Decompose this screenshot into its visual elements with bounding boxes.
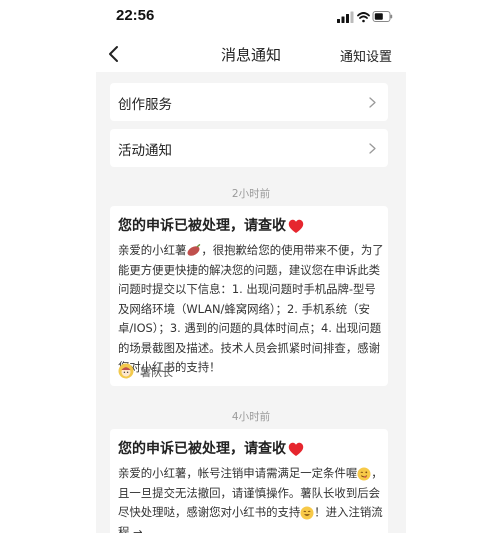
heart-icon xyxy=(288,219,304,233)
message-list: 创作服务 活动通知 2小时前 您的申诉已被处理，请查收 亲爱的小红薯 ，很抱歉给您… xyxy=(96,72,406,533)
nav-bar: 消息通知 通知设置 xyxy=(96,36,406,72)
message-body-text: ，很抱歉给您的使用带来不便，为了能更方便更快捷的解决您的问题，建议您在申诉此类问… xyxy=(118,243,384,374)
status-bar: 22:56 xyxy=(0,0,500,36)
message-title-text: 您的申诉已被处理，请查收 xyxy=(118,218,286,234)
status-icons xyxy=(337,11,393,23)
sweet-potato-icon xyxy=(187,244,201,256)
avatar-icon xyxy=(118,363,134,379)
menu-item-label: 创作服务 xyxy=(118,97,172,113)
notification-settings-button[interactable]: 通知设置 xyxy=(340,46,392,65)
arrow-right-icon: → xyxy=(133,524,143,533)
menu-item-activity-notice[interactable]: 活动通知 xyxy=(110,129,388,167)
message-time: 4小时前 xyxy=(231,411,271,423)
wink-emoji-icon xyxy=(357,467,371,480)
message-title-text: 您的申诉已被处理，请查收 xyxy=(118,441,286,457)
message-time: 2小时前 xyxy=(231,188,271,200)
heart-icon xyxy=(288,442,304,456)
message-body-text: 亲爱的小红薯，帐号注销申请需满足一定条件喔 xyxy=(118,466,358,480)
message-title: 您的申诉已被处理，请查收 xyxy=(118,438,304,458)
message-card[interactable]: 您的申诉已被处理，请查收 亲爱的小红薯，帐号注销申请需满足一定条件喔 ，且一旦提交… xyxy=(110,429,388,533)
menu-item-creator-service[interactable]: 创作服务 xyxy=(110,83,388,121)
wifi-icon xyxy=(357,12,370,23)
message-body: 亲爱的小红薯，帐号注销申请需满足一定条件喔 ，且一旦提交无法撤回，请谨慎操作。薯队… xyxy=(118,464,384,533)
status-time: 22:56 xyxy=(116,7,155,24)
sender-name: 薯队长 xyxy=(140,366,173,379)
message-body: 亲爱的小红薯 ，很抱歉给您的使用带来不便，为了能更方便更快捷的解决您的问题，建议您… xyxy=(118,241,384,378)
battery-icon xyxy=(372,11,393,22)
signal-icon xyxy=(337,11,354,23)
message-title: 您的申诉已被处理，请查收 xyxy=(118,215,304,235)
message-body-text: 亲爱的小红薯 xyxy=(118,243,187,257)
chevron-right-icon xyxy=(369,143,376,154)
message-card[interactable]: 您的申诉已被处理，请查收 亲爱的小红薯 ，很抱歉给您的使用带来不便，为了能更方便更… xyxy=(110,206,388,386)
chevron-right-icon xyxy=(369,97,376,108)
menu-item-label: 活动通知 xyxy=(118,143,172,159)
smile-emoji-icon xyxy=(300,506,314,519)
